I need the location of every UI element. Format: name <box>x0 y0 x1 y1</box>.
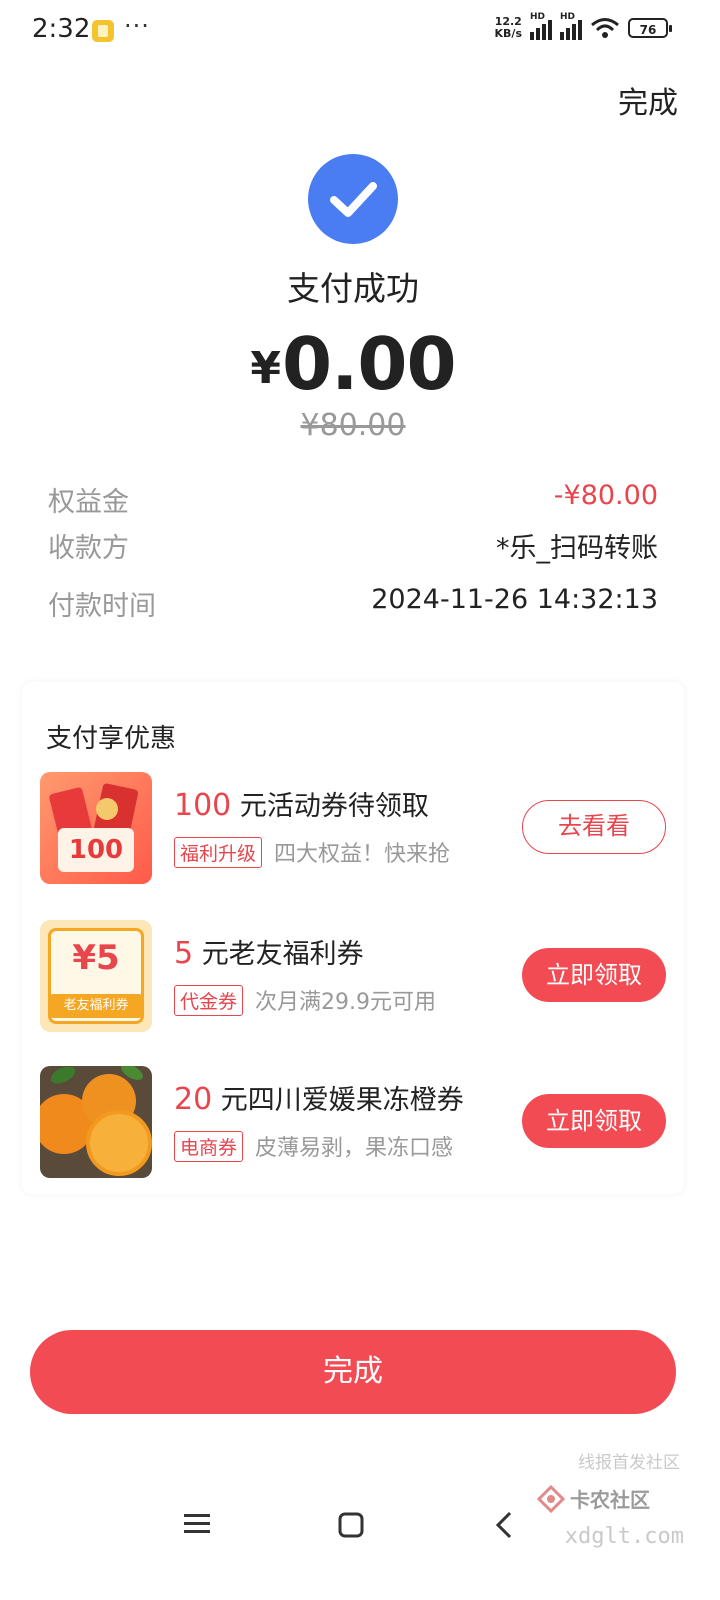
offer-title-text: 元活动券待领取 <box>239 791 429 822</box>
offer-amount: 100 <box>174 788 232 823</box>
back-icon[interactable] <box>494 1510 514 1540</box>
network-speed-unit: KB/s <box>494 27 522 40</box>
signal-icon: HD <box>530 12 552 40</box>
offer-subtitle: 福利升级 四大权益！快来抢 <box>174 836 450 868</box>
detail-label: 收款方 <box>48 533 129 564</box>
watermark-text: 线报首发社区 <box>578 1453 680 1473</box>
coupon-thumbnail: ¥5 老友福利券 <box>40 920 152 1032</box>
promo-card: 支付享优惠 100 100 元活动券待领取 福利升级 四大权益！快来抢 去看看 … <box>22 682 684 1194</box>
orange-thumbnail <box>40 1066 152 1178</box>
offer-subtitle: 电商券 皮薄易剥，果冻口感 <box>174 1130 453 1162</box>
detail-value: *乐_扫码转账 <box>496 533 658 564</box>
detail-row-benefit: 权益金 -¥80.00 <box>48 480 658 519</box>
offer-title: 5 元老友福利券 <box>174 932 364 971</box>
thumb-caption: 老友福利券 <box>50 994 142 1018</box>
thumb-label: 100 <box>58 828 134 872</box>
claim-button[interactable]: 立即领取 <box>522 948 666 1002</box>
detail-label: 权益金 <box>48 487 129 518</box>
offer-title-text: 元老友福利券 <box>201 939 364 970</box>
offer-item: 20 元四川爱媛果冻橙券 电商券 皮薄易剥，果冻口感 立即领取 <box>40 1066 666 1178</box>
status-bar: 2:32 ··· 12.2 KB/s HD HD 76 <box>0 0 720 64</box>
notification-icon <box>92 20 114 42</box>
offer-title-text: 元四川爱媛果冻橙券 <box>220 1085 464 1116</box>
wifi-icon <box>591 18 619 38</box>
offer-tag: 代金券 <box>174 984 244 1016</box>
system-nav-bar <box>0 1490 720 1560</box>
battery-icon: 76 <box>628 18 672 38</box>
promo-title: 支付享优惠 <box>46 724 177 754</box>
red-packet-thumbnail: 100 <box>40 772 152 884</box>
claim-button[interactable]: 立即领取 <box>522 1094 666 1148</box>
paid-amount-value: 0.00 <box>281 322 457 406</box>
currency-symbol: ¥ <box>250 343 281 394</box>
hd-label: HD <box>530 12 546 22</box>
offer-item: 100 100 元活动券待领取 福利升级 四大权益！快来抢 去看看 <box>40 772 666 884</box>
detail-value: 2024-11-26 14:32:13 <box>371 584 658 615</box>
offer-amount: 5 <box>174 936 194 971</box>
offer-desc: 皮薄易剥，果冻口感 <box>255 1136 454 1161</box>
paid-amount: ¥0.00 <box>0 322 706 406</box>
done-button[interactable]: 完成 <box>30 1330 676 1414</box>
original-amount: ¥80.00 <box>300 408 406 443</box>
offer-subtitle: 代金券 次月满29.9元可用 <box>174 984 436 1016</box>
hd-label-2: HD <box>560 12 576 22</box>
offer-desc: 次月满29.9元可用 <box>255 990 437 1015</box>
signal-icon-2: HD <box>560 12 582 40</box>
detail-row-payee: 收款方 *乐_扫码转账 <box>48 526 658 565</box>
offer-tag: 福利升级 <box>174 836 263 868</box>
done-link[interactable]: 完成 <box>618 78 678 122</box>
status-time: 2:32 <box>32 14 91 44</box>
success-check-icon <box>308 154 398 244</box>
offer-title: 20 元四川爱媛果冻橙券 <box>174 1078 464 1117</box>
offer-tag: 电商券 <box>174 1130 244 1162</box>
offer-title: 100 元活动券待领取 <box>174 784 429 823</box>
network-speed: 12.2 KB/s <box>495 16 522 40</box>
thumb-label: ¥5 <box>72 938 120 978</box>
offer-item: ¥5 老友福利券 5 元老友福利券 代金券 次月满29.9元可用 立即领取 <box>40 920 666 1032</box>
offer-amount: 20 <box>174 1082 213 1117</box>
home-icon[interactable] <box>338 1512 364 1538</box>
detail-row-time: 付款时间 2024-11-26 14:32:13 <box>48 584 658 623</box>
view-button[interactable]: 去看看 <box>522 800 666 854</box>
more-notifications-icon: ··· <box>124 12 150 40</box>
detail-value: -¥80.00 <box>553 480 658 511</box>
menu-icon[interactable] <box>184 1512 210 1536</box>
detail-label: 付款时间 <box>48 591 156 622</box>
offer-desc: 四大权益！快来抢 <box>274 842 451 867</box>
payment-status-title: 支付成功 <box>287 269 419 308</box>
